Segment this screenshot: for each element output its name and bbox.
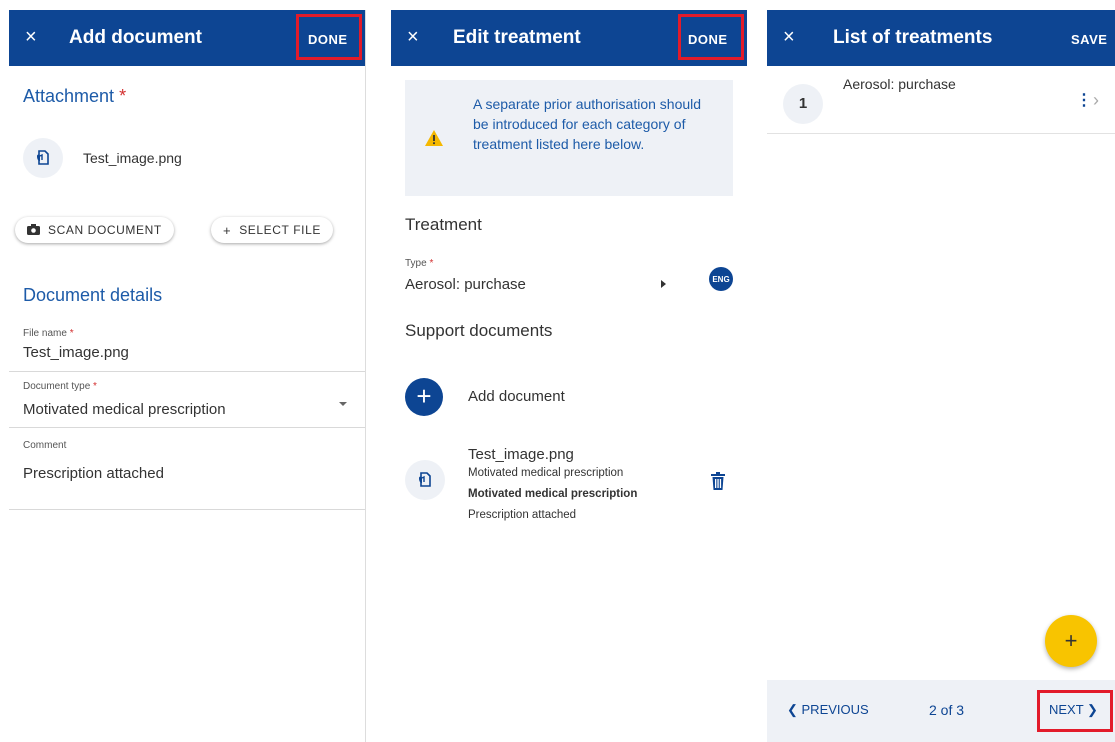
language-badge[interactable]: ENG — [709, 267, 733, 291]
treatment-heading: Treatment — [405, 215, 482, 234]
treatment-number: 1 — [783, 84, 823, 124]
scan-document-button[interactable]: SCAN DOCUMENT — [15, 217, 174, 243]
camera-icon — [27, 223, 40, 238]
highlight-box — [678, 14, 744, 60]
chevron-right-icon[interactable]: › — [1093, 90, 1099, 111]
support-documents-heading: Support documents — [405, 321, 553, 340]
highlight-box — [1037, 690, 1113, 732]
pagination-bar: ❮ PREVIOUS 2 of 3 NEXT ❯ — [767, 680, 1115, 742]
warning-banner: A separate prior authorisation should be… — [405, 80, 733, 196]
close-icon[interactable]: × — [783, 27, 795, 47]
hand-document-icon — [405, 460, 445, 500]
support-document-name: Test_image.png — [468, 446, 574, 463]
chevron-down-icon[interactable] — [339, 402, 347, 406]
warning-icon — [425, 130, 443, 151]
page-indicator: 2 of 3 — [929, 702, 965, 718]
add-document-panel: × Add document DONE Attachment * Test_im… — [9, 10, 366, 742]
attachment-heading: Attachment * — [23, 86, 127, 106]
close-icon[interactable]: × — [407, 27, 419, 47]
type-label: Type * — [405, 258, 434, 269]
document-details-heading: Document details — [23, 285, 163, 305]
hand-document-icon — [23, 138, 63, 178]
add-document-appbar: × Add document DONE — [9, 10, 365, 66]
file-name-value: Test_image.png — [23, 344, 129, 361]
treatment-label: Aerosol: purchase — [843, 76, 956, 92]
type-value[interactable]: Aerosol: purchase — [405, 276, 526, 293]
warning-text: A separate prior authorisation should be… — [473, 96, 702, 152]
page-title: List of treatments — [833, 27, 993, 48]
file-name-field[interactable]: File name * Test_image.png — [9, 320, 365, 372]
document-type-value: Motivated medical prescription — [23, 401, 226, 418]
add-treatment-fab[interactable]: + — [1045, 615, 1097, 667]
list-item[interactable]: 1 Aerosol: purchase ⋮ › — [767, 66, 1115, 134]
scan-document-label: SCAN DOCUMENT — [48, 223, 162, 237]
support-document-line-1: Motivated medical prescription — [468, 467, 624, 479]
add-document-label[interactable]: Add document — [468, 388, 565, 405]
trash-icon[interactable] — [711, 472, 725, 495]
document-type-label: Document type * — [23, 381, 97, 392]
previous-button[interactable]: ❮ PREVIOUS — [787, 702, 869, 718]
plus-icon: + — [223, 222, 232, 238]
comment-label: Comment — [23, 440, 67, 451]
support-document-line-2: Motivated medical prescription — [468, 488, 638, 500]
select-file-label: SELECT FILE — [239, 223, 321, 237]
edit-treatment-panel: × Edit treatment DONE A separate prior a… — [391, 10, 747, 742]
support-document-line-3: Prescription attached — [468, 509, 577, 521]
required-mark: * — [119, 86, 127, 106]
save-button[interactable]: SAVE — [1071, 32, 1107, 47]
select-file-button[interactable]: + SELECT FILE — [211, 217, 333, 243]
page-title: Add document — [69, 27, 202, 48]
kebab-menu-icon[interactable]: ⋮ — [1076, 93, 1092, 109]
close-icon[interactable]: × — [25, 27, 37, 47]
page-title: Edit treatment — [453, 27, 581, 48]
caret-right-icon[interactable] — [661, 280, 666, 288]
attachment-file-name: Test_image.png — [83, 150, 182, 166]
edit-treatment-appbar: × Edit treatment DONE — [391, 10, 747, 66]
highlight-box — [296, 14, 362, 60]
document-type-select[interactable]: Document type * Motivated medical prescr… — [9, 372, 365, 428]
list-treatments-appbar: × List of treatments SAVE — [767, 10, 1115, 66]
comment-value: Prescription attached — [23, 465, 164, 482]
file-name-label: File name * — [23, 328, 74, 339]
add-document-button[interactable]: + — [405, 378, 443, 416]
list-treatments-panel: × List of treatments SAVE 1 Aerosol: pur… — [767, 10, 1115, 742]
comment-field[interactable]: Comment Prescription attached — [9, 428, 365, 510]
